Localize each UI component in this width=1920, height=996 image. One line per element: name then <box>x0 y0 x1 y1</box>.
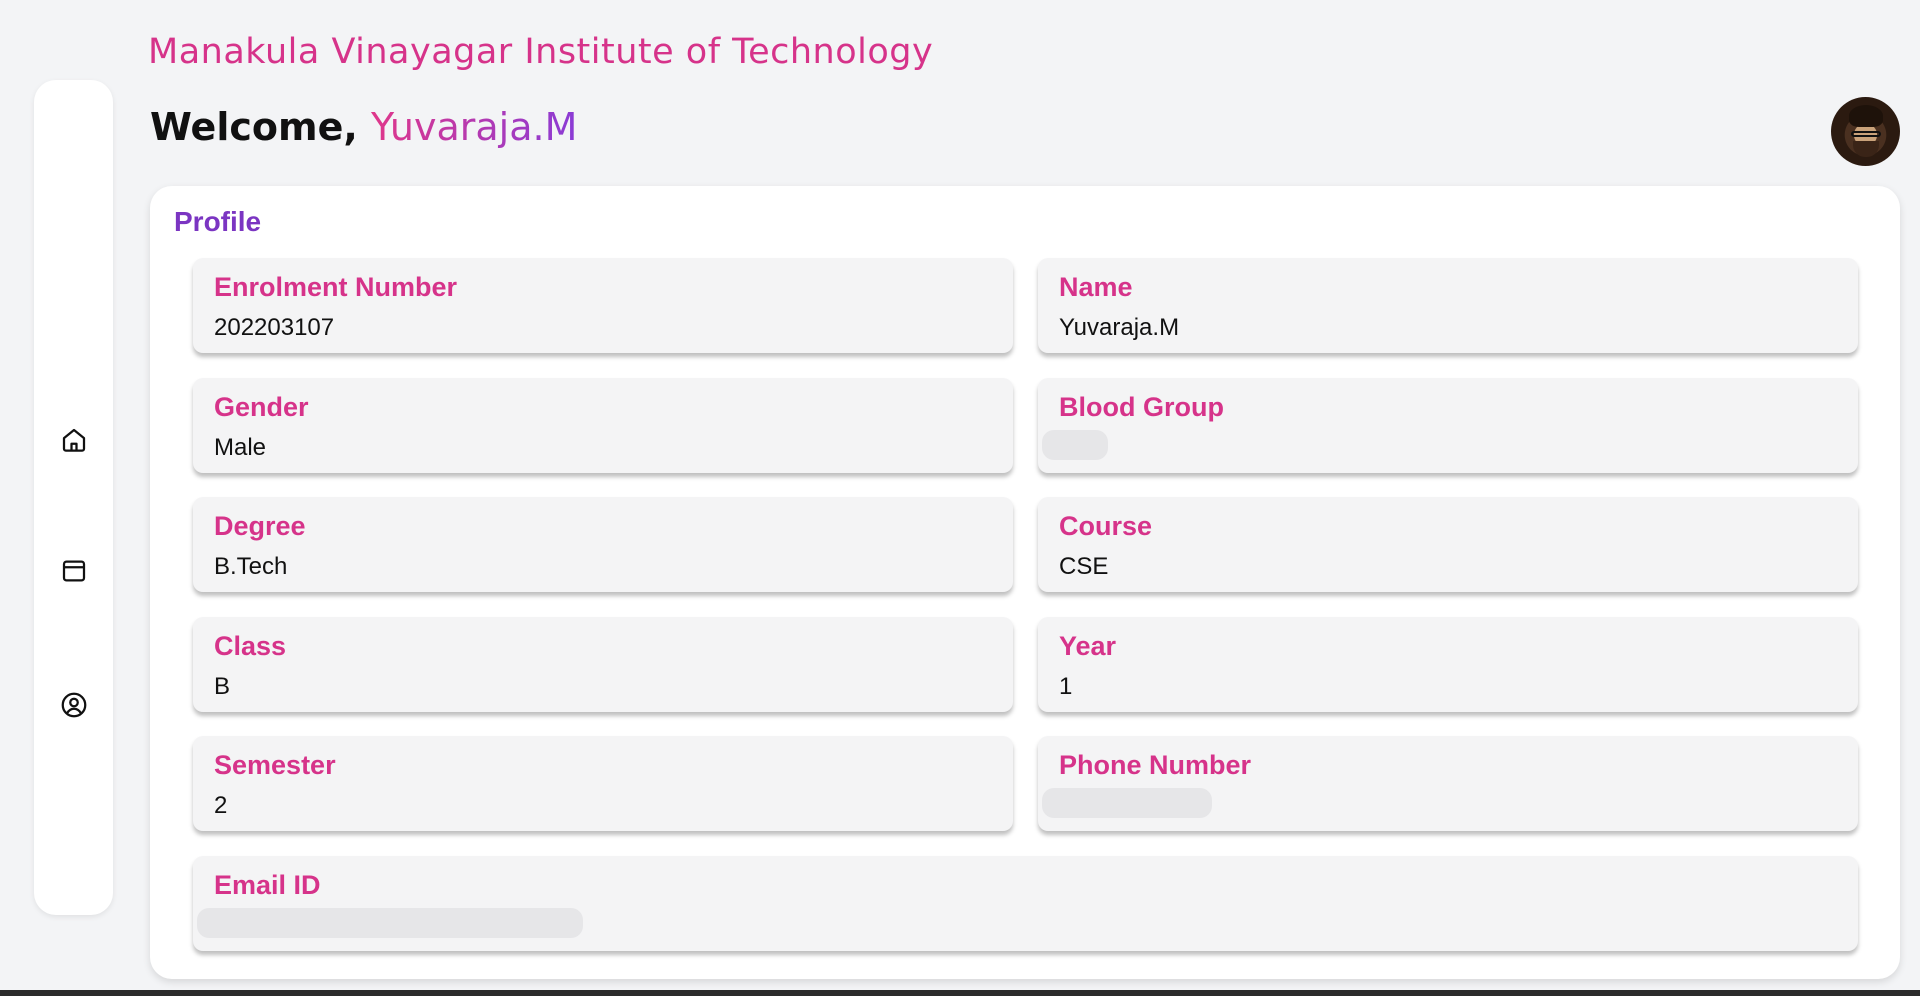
field-label: Degree <box>214 511 306 541</box>
profile-card: Profile Enrolment Number 202203107 Name … <box>150 186 1900 979</box>
field-label: Email ID <box>214 870 321 900</box>
field-value: B <box>214 673 231 700</box>
sidebar <box>34 80 113 915</box>
field-value: CSE <box>1059 553 1109 580</box>
field-name: Name Yuvaraja.M <box>1038 258 1858 353</box>
field-label: Name <box>1059 272 1133 302</box>
field-label: Enrolment Number <box>214 272 458 302</box>
field-phone-number: Phone Number <box>1038 736 1858 831</box>
user-circle-icon <box>61 692 86 718</box>
sidebar-item-timetable[interactable] <box>34 547 113 595</box>
field-value: 1 <box>1059 673 1073 700</box>
avatar-beard <box>1853 141 1879 157</box>
avatar-glasses <box>1851 131 1881 137</box>
field-year: Year 1 <box>1038 617 1858 712</box>
institution-title: Manakula Vinayagar Institute of Technolo… <box>148 32 934 72</box>
redacted-value <box>197 908 583 938</box>
field-value: Yuvaraja.M <box>1059 314 1180 341</box>
welcome-heading: Welcome, Yuvaraja.M <box>150 105 577 149</box>
field-email-id: Email ID <box>193 856 1858 951</box>
field-label: Course <box>1059 511 1153 541</box>
field-label: Phone Number <box>1059 750 1252 780</box>
field-gender: Gender Male <box>193 378 1013 473</box>
field-enrolment-number: Enrolment Number 202203107 <box>193 258 1013 353</box>
home-icon <box>62 428 85 452</box>
welcome-prefix: Welcome, <box>150 105 372 149</box>
avatar[interactable] <box>1831 97 1900 166</box>
redacted-value <box>1042 788 1212 818</box>
profile-heading: Profile <box>174 206 262 237</box>
field-semester: Semester 2 <box>193 736 1013 831</box>
sidebar-item-home[interactable] <box>34 416 113 464</box>
welcome-user-name: Yuvaraja.M <box>371 105 578 149</box>
field-value: B.Tech <box>214 553 288 580</box>
sidebar-item-profile[interactable] <box>34 681 113 729</box>
redacted-value <box>1042 430 1108 460</box>
bottom-border <box>0 990 1920 996</box>
field-label: Year <box>1059 631 1117 661</box>
field-blood-group: Blood Group <box>1038 378 1858 473</box>
calendar-icon <box>62 560 85 582</box>
field-class: Class B <box>193 617 1013 712</box>
field-label: Semester <box>214 750 336 780</box>
field-label: Class <box>214 631 287 661</box>
field-course: Course CSE <box>1038 497 1858 592</box>
field-value: 202203107 <box>214 314 335 341</box>
field-value: 2 <box>214 792 228 819</box>
field-label: Blood Group <box>1059 392 1224 422</box>
field-label: Gender <box>214 392 309 422</box>
field-degree: Degree B.Tech <box>193 497 1013 592</box>
avatar-hair <box>1849 105 1883 127</box>
field-value: Male <box>214 434 267 461</box>
